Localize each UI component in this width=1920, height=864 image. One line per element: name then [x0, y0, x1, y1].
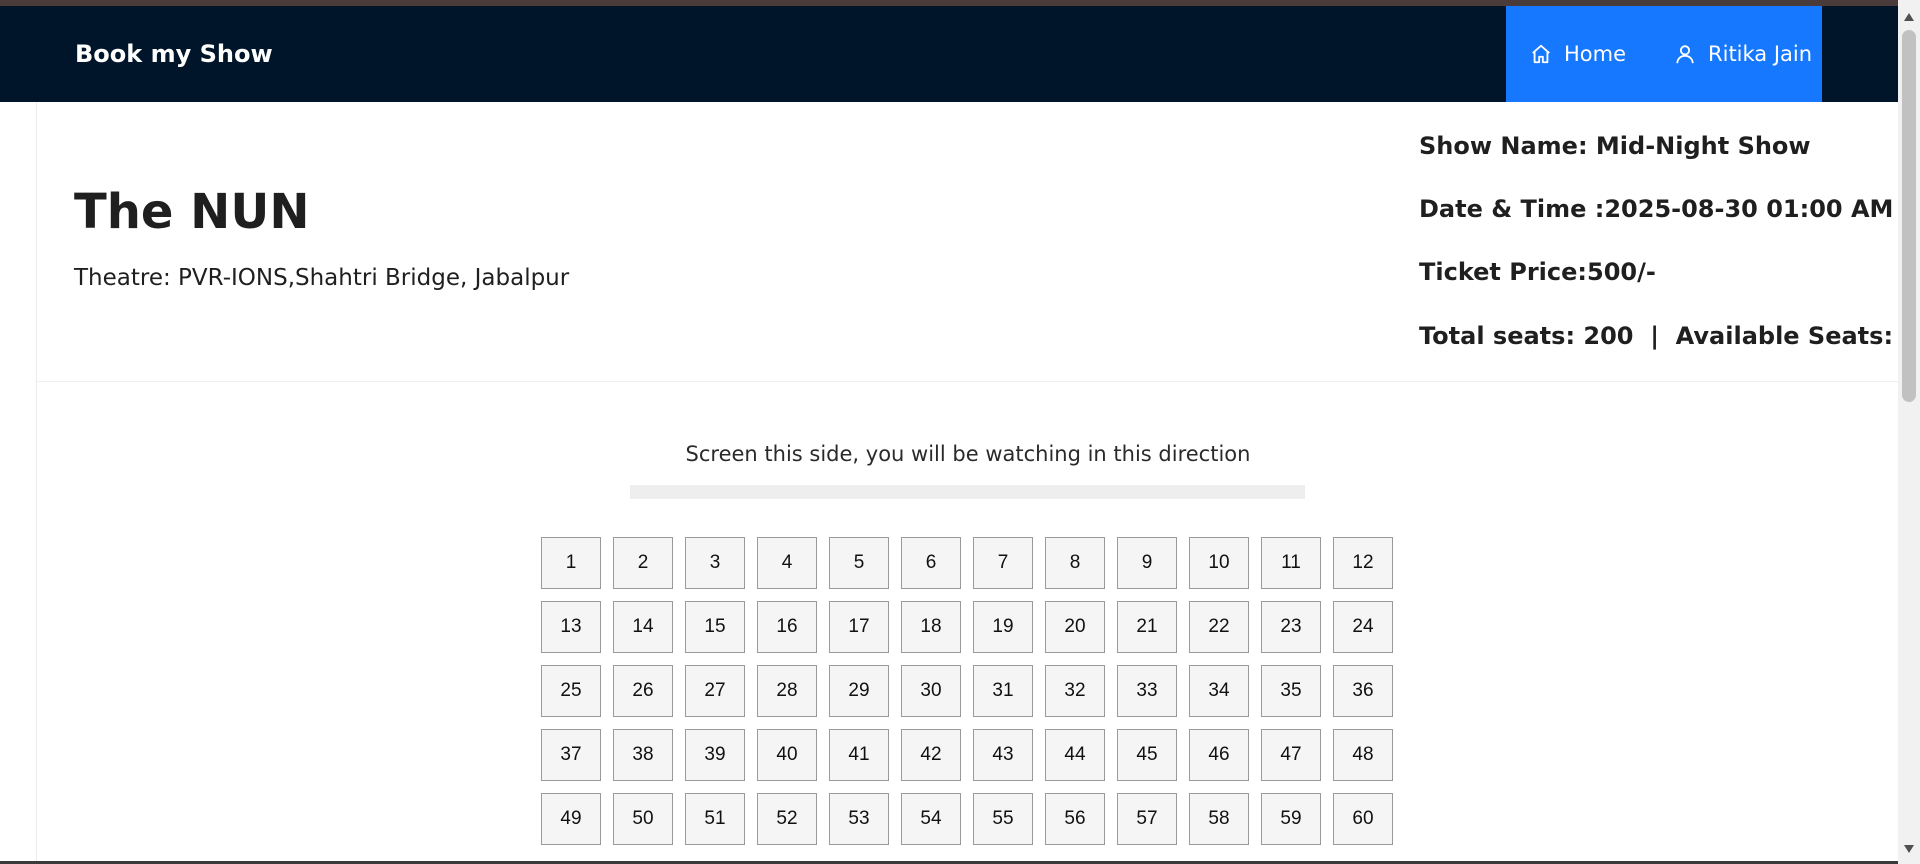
seat-button[interactable]: 59 — [1261, 793, 1321, 845]
seat-button[interactable]: 8 — [1045, 537, 1105, 589]
seat-button[interactable]: 18 — [901, 601, 961, 653]
nav-menu: Home Ritika Jain — [1506, 6, 1822, 102]
seat-button[interactable]: 43 — [973, 729, 1033, 781]
seat-button[interactable]: 41 — [829, 729, 889, 781]
seat-button[interactable]: 55 — [973, 793, 1033, 845]
seat-button[interactable]: 15 — [685, 601, 745, 653]
show-name: Show Name: Mid-Night Show — [1419, 132, 1811, 160]
seat-button[interactable]: 26 — [613, 665, 673, 717]
seat-button[interactable]: 50 — [613, 793, 673, 845]
seat-button[interactable]: 44 — [1045, 729, 1105, 781]
home-icon — [1530, 43, 1552, 65]
seat-button[interactable]: 39 — [685, 729, 745, 781]
seat-button[interactable]: 12 — [1333, 537, 1393, 589]
seat-button[interactable]: 17 — [829, 601, 889, 653]
seat-button[interactable]: 7 — [973, 537, 1033, 589]
seat-button[interactable]: 34 — [1189, 665, 1249, 717]
seat-button[interactable]: 14 — [613, 601, 673, 653]
seat-button[interactable]: 22 — [1189, 601, 1249, 653]
screen-direction-text: Screen this side, you will be watching i… — [685, 442, 1251, 466]
seat-button[interactable]: 4 — [757, 537, 817, 589]
seat-button[interactable]: 2 — [613, 537, 673, 589]
seat-button[interactable]: 24 — [1333, 601, 1393, 653]
seat-button[interactable]: 47 — [1261, 729, 1321, 781]
seat-button[interactable]: 19 — [973, 601, 1033, 653]
scroll-up-arrow-icon[interactable] — [1898, 8, 1920, 26]
ticket-price: Ticket Price:500/- — [1419, 258, 1656, 286]
seat-summary: Total seats: 200 | Available Seats: 200 — [1419, 322, 1920, 350]
seat-button[interactable]: 20 — [1045, 601, 1105, 653]
nav-home-label: Home — [1564, 42, 1627, 66]
seat-button[interactable]: 36 — [1333, 665, 1393, 717]
seat-button[interactable]: 53 — [829, 793, 889, 845]
nav-item-user[interactable]: Ritika Jain — [1674, 6, 1812, 102]
seat-button[interactable]: 11 — [1261, 537, 1321, 589]
seat-grid: 1 2 3 4 5 6 7 8 9 10 11 12 13 14 15 16 17 18 19 20 21 22 23 24 2… — [541, 537, 1393, 845]
seat-button[interactable]: 49 — [541, 793, 601, 845]
nav-user-label: Ritika Jain — [1708, 42, 1813, 66]
theatre-name: Theatre: PVR-IONS,Shahtri Bridge, Jabalp… — [74, 265, 570, 291]
show-header: The NUN Theatre: PVR-IONS,Shahtri Bridge… — [37, 102, 1920, 382]
seat-button[interactable]: 9 — [1117, 537, 1177, 589]
seat-button[interactable]: 23 — [1261, 601, 1321, 653]
seat-button[interactable]: 37 — [541, 729, 601, 781]
seat-button[interactable]: 56 — [1045, 793, 1105, 845]
movie-title: The NUN — [74, 184, 310, 240]
seat-button[interactable]: 51 — [685, 793, 745, 845]
seat-button[interactable]: 16 — [757, 601, 817, 653]
seat-button[interactable]: 35 — [1261, 665, 1321, 717]
seat-button[interactable]: 33 — [1117, 665, 1177, 717]
brand-logo[interactable]: Book my Show — [75, 6, 273, 102]
seat-button[interactable]: 25 — [541, 665, 601, 717]
screen-indicator — [630, 485, 1305, 499]
seat-button[interactable]: 48 — [1333, 729, 1393, 781]
show-date-time: Date & Time :2025-08-30 01:00 AM — [1419, 195, 1894, 223]
nav-item-home[interactable]: Home — [1530, 6, 1626, 102]
seat-button[interactable]: 45 — [1117, 729, 1177, 781]
show-card: The NUN Theatre: PVR-IONS,Shahtri Bridge… — [36, 102, 1920, 864]
scroll-down-arrow-icon[interactable] — [1898, 840, 1920, 858]
seat-button[interactable]: 10 — [1189, 537, 1249, 589]
seat-button[interactable]: 21 — [1117, 601, 1177, 653]
navbar: Book my Show Home Ritika Jain — [0, 6, 1898, 102]
seat-button[interactable]: 6 — [901, 537, 961, 589]
scrollbar-thumb[interactable] — [1902, 30, 1916, 402]
seat-button[interactable]: 29 — [829, 665, 889, 717]
seat-button[interactable]: 40 — [757, 729, 817, 781]
seat-button[interactable]: 1 — [541, 537, 601, 589]
seat-button[interactable]: 3 — [685, 537, 745, 589]
seat-button[interactable]: 5 — [829, 537, 889, 589]
seat-button[interactable]: 27 — [685, 665, 745, 717]
seat-button[interactable]: 38 — [613, 729, 673, 781]
seat-button[interactable]: 57 — [1117, 793, 1177, 845]
user-icon — [1674, 43, 1696, 65]
seat-button[interactable]: 58 — [1189, 793, 1249, 845]
seat-button[interactable]: 28 — [757, 665, 817, 717]
seat-button[interactable]: 52 — [757, 793, 817, 845]
seat-button[interactable]: 46 — [1189, 729, 1249, 781]
seat-button[interactable]: 32 — [1045, 665, 1105, 717]
seat-button[interactable]: 13 — [541, 601, 601, 653]
seat-button[interactable]: 42 — [901, 729, 961, 781]
seat-button[interactable]: 30 — [901, 665, 961, 717]
seat-button[interactable]: 60 — [1333, 793, 1393, 845]
vertical-scrollbar[interactable] — [1898, 0, 1920, 864]
seat-button[interactable]: 31 — [973, 665, 1033, 717]
seat-button[interactable]: 54 — [901, 793, 961, 845]
